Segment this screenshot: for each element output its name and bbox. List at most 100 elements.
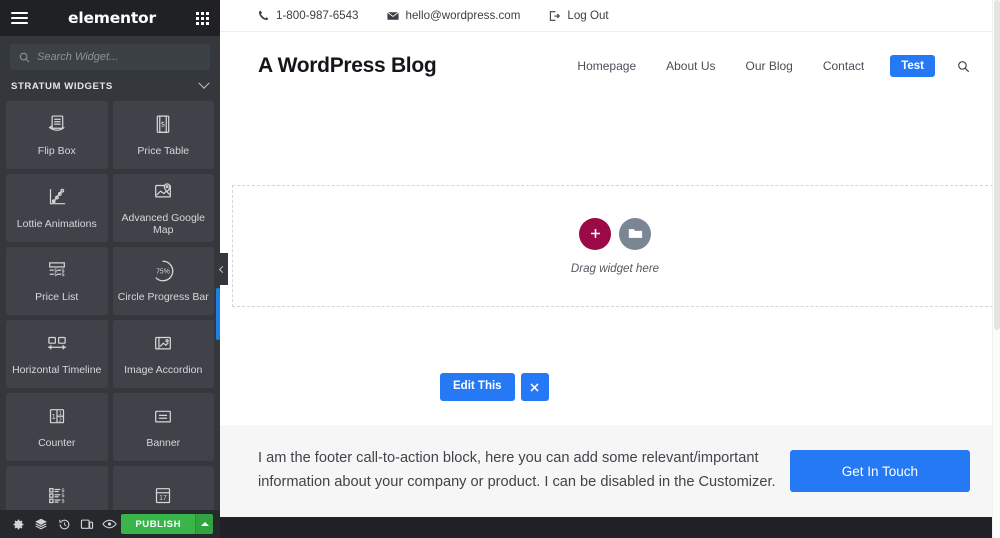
preview-changes-button[interactable] (99, 510, 122, 538)
hamburger-icon[interactable] (11, 11, 28, 25)
panel-collapse-handle[interactable] (215, 253, 228, 285)
widget-advanced-google-map[interactable]: Advanced Google Map (112, 173, 214, 242)
widget-label: Lottie Animations (16, 217, 97, 230)
widget-price-menu[interactable]: $ $ $ (6, 465, 108, 510)
image-accordion-icon (155, 336, 172, 350)
svg-text:$: $ (54, 272, 58, 278)
flip-box-icon (48, 115, 65, 131)
widget-price-list[interactable]: $ $ $ $ Price List (6, 246, 108, 315)
site-header: A WordPress Blog Homepage About Us Our B… (220, 32, 1000, 100)
widget-horizontal-timeline[interactable]: Horizontal Timeline (6, 319, 108, 388)
topbar-phone-text: 1-800-987-6543 (276, 9, 359, 22)
preview-scrollbar-thumb[interactable] (994, 0, 1000, 330)
layers-icon (35, 518, 48, 530)
publish-group: PUBLISH (121, 514, 213, 534)
elementor-logo: elementor (68, 9, 156, 27)
topbar-email[interactable]: hello@wordpress.com (386, 9, 521, 22)
svg-text:$: $ (61, 498, 65, 504)
progress-value: 75% (156, 268, 170, 275)
chevron-down-icon (198, 77, 210, 90)
footer-cta-block: I am the footer call-to-action block, he… (220, 425, 1000, 517)
history-icon (58, 519, 70, 529)
dropzone-inner: Drag widget here (233, 186, 997, 306)
widget-list-scroll[interactable]: Flip Box $ Price Table Lottie Animations… (0, 100, 220, 510)
panel-header: elementor (0, 0, 220, 36)
app-grid-icon[interactable] (195, 11, 209, 25)
add-template-button[interactable] (619, 217, 651, 250)
caret-up-icon (200, 522, 209, 526)
envelope-icon (386, 11, 399, 20)
widget-image-accordion[interactable]: Image Accordion (112, 319, 214, 388)
site-title: A WordPress Blog (258, 54, 437, 77)
nav-item-contact[interactable]: Contact (823, 59, 864, 73)
widget-banner[interactable]: Banner (112, 392, 214, 461)
search-input[interactable]: Search Widget... (37, 51, 118, 63)
widget-circle-progress-bar[interactable]: 75% Circle Progress Bar (112, 246, 214, 315)
svg-text:$: $ (61, 272, 65, 278)
widget-label: Price Table (137, 144, 190, 157)
chevron-left-icon (218, 265, 227, 273)
publish-options-button[interactable] (195, 514, 213, 534)
counter-icon: 1 1 2 (49, 408, 64, 423)
add-new-section-button[interactable] (579, 217, 611, 250)
search-area: Search Widget... (0, 36, 220, 70)
widget-label: Banner (146, 436, 181, 449)
site-topbar: 1-800-987-6543 hello@wordpress.com Log O… (220, 0, 1000, 32)
search-icon (958, 60, 970, 72)
nav-search-button[interactable] (957, 60, 970, 73)
topbar-logout[interactable]: Log Out (548, 9, 609, 22)
topbar-phone[interactable]: 1-800-987-6543 (258, 9, 359, 22)
logout-icon (550, 10, 561, 21)
widget-lottie-animations[interactable]: Lottie Animations (6, 173, 108, 242)
widget-price-table[interactable]: $ Price Table (112, 100, 214, 169)
section-controls: Edit This (440, 373, 549, 401)
nav-item-about-us[interactable]: About Us (666, 59, 715, 73)
footer-strip (220, 517, 1000, 538)
topbar-email-text: hello@wordpress.com (405, 9, 521, 22)
preview-scrollbar[interactable] (992, 0, 1000, 538)
phone-icon (258, 10, 269, 21)
panel-footer-toolbar: PUBLISH (0, 510, 220, 538)
banner-icon (155, 410, 172, 423)
nav-item-homepage[interactable]: Homepage (577, 59, 636, 73)
svg-text:2: 2 (58, 417, 61, 423)
widget-calendar[interactable]: 17 (112, 465, 214, 510)
eye-icon (102, 519, 118, 529)
responsive-mode-icon (80, 519, 94, 529)
settings-button[interactable] (7, 510, 30, 538)
dropzone-buttons (579, 217, 651, 250)
publish-button[interactable]: PUBLISH (121, 514, 195, 534)
gear-icon (13, 519, 24, 529)
price-menu-icon: $ $ $ (48, 488, 65, 504)
svg-text:$: $ (161, 119, 166, 128)
plus-icon (590, 229, 600, 238)
search-widget-box[interactable]: Search Widget... (10, 44, 210, 70)
get-in-touch-button[interactable]: Get In Touch (789, 450, 970, 492)
category-header-stratum-widgets[interactable]: STRATUM WIDGETS (0, 74, 220, 99)
close-icon (530, 382, 539, 392)
widget-flip-box[interactable]: Flip Box (6, 100, 108, 169)
close-button[interactable] (520, 373, 549, 401)
widget-label: Price List (35, 290, 79, 303)
widget-label: Circle Progress Bar (117, 290, 209, 303)
nav-item-our-blog[interactable]: Our Blog (745, 59, 792, 73)
navigator-button[interactable] (30, 510, 53, 538)
calendar-icon: 17 (156, 487, 171, 503)
nav-button-test[interactable]: Test (890, 55, 935, 77)
widget-label: Counter (38, 436, 76, 449)
widget-panel: elementor Search Widget... STRATUM WIDGE… (0, 0, 220, 538)
svg-text:17: 17 (159, 495, 167, 502)
empty-section-dropzone[interactable]: Drag widget here (232, 185, 998, 307)
category-label: STRATUM WIDGETS (11, 80, 113, 92)
elementor-editor: elementor Search Widget... STRATUM WIDGE… (0, 0, 1000, 538)
cta-text: I am the footer call-to-action block, he… (258, 450, 776, 490)
price-list-icon: $ $ $ $ (48, 262, 65, 278)
history-button[interactable] (53, 510, 76, 538)
topbar-logout-text: Log Out (567, 9, 609, 22)
dropzone-label: Drag widget here (570, 261, 660, 275)
price-table-icon: $ (156, 115, 170, 133)
responsive-mode-button[interactable] (76, 510, 99, 538)
svg-text:1: 1 (58, 411, 61, 417)
edit-this-button[interactable]: Edit This (440, 373, 515, 401)
widget-counter[interactable]: 1 1 2 Counter (6, 392, 108, 461)
